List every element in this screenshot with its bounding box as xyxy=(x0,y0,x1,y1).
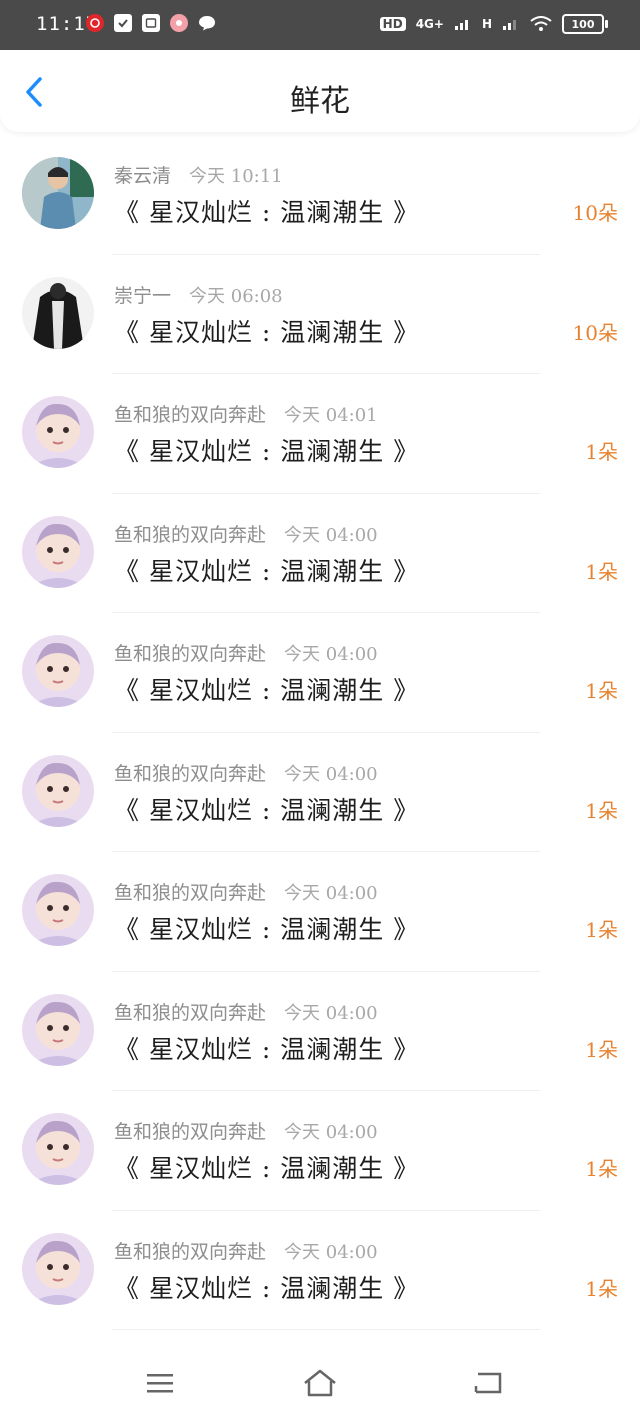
gift-meta: 鱼和狼的双向奔赴 今天 04:00 xyxy=(114,1237,378,1264)
gift-time: 今天 04:00 xyxy=(284,1241,378,1263)
app-window-icon xyxy=(142,14,160,32)
book-title[interactable]: 《 星汉灿烂 : 温澜潮生 》 xyxy=(114,910,419,946)
user-name[interactable]: 崇宁一 xyxy=(114,285,171,307)
book-title[interactable]: 《 星汉灿烂 : 温澜潮生 》 xyxy=(114,313,419,349)
book-title[interactable]: 《 星汉灿烂 : 温澜潮生 》 xyxy=(114,671,419,707)
flower-count: 1朵 xyxy=(585,918,618,942)
gift-time: 今天 04:00 xyxy=(284,763,378,785)
list-item[interactable]: 鱼和狼的双向奔赴 今天 04:00 《 星汉灿烂 : 温澜潮生 》 1朵 xyxy=(0,1211,640,1330)
flower-count: 1朵 xyxy=(585,559,618,584)
avatar[interactable] xyxy=(22,515,94,588)
flower-count: 1朵 xyxy=(585,679,618,703)
gift-list: 秦云清 今天 10:11 《 星汉灿烂 : 温澜潮生 》 10朵 崇宁一 今天 06:08… xyxy=(0,135,640,1330)
menu-icon xyxy=(147,1374,173,1393)
weibo-icon xyxy=(170,14,188,32)
flower-count: 10朵 xyxy=(572,201,618,225)
avatar[interactable] xyxy=(22,276,94,349)
signal-h-icon xyxy=(503,20,516,30)
book-title[interactable]: 《 星汉灿烂 : 温澜潮生 》 xyxy=(114,1269,419,1305)
book-title[interactable]: 《 星汉灿烂 : 温澜潮生 》 xyxy=(114,1149,419,1185)
gift-time: 今天 04:00 xyxy=(284,644,378,665)
gift-meta: 鱼和狼的双向奔赴 今天 04:00 xyxy=(114,520,378,547)
gift-time: 今天 10:11 xyxy=(189,166,283,187)
flower-count: 1朵 xyxy=(585,1157,618,1181)
flower-count: 1朵 xyxy=(585,440,618,464)
task-check-icon xyxy=(114,14,132,32)
gift-time: 今天 04:00 xyxy=(284,883,378,904)
page-header: 鲜花 xyxy=(0,50,640,132)
book-title[interactable]: 《 星汉灿烂 : 温澜潮生 》 xyxy=(114,791,419,827)
list-item[interactable]: 鱼和狼的双向奔赴 今天 04:00 《 星汉灿烂 : 温澜潮生 》 1朵 xyxy=(0,494,640,613)
book-title[interactable]: 《 星汉灿烂 : 温澜潮生 》 xyxy=(114,193,419,229)
list-item[interactable]: 鱼和狼的双向奔赴 今天 04:01 《 星汉灿烂 : 温澜潮生 》 1朵 xyxy=(0,374,640,494)
gift-time: 今天 04:00 xyxy=(284,524,378,546)
gift-meta: 鱼和狼的双向奔赴 今天 04:00 xyxy=(114,759,378,786)
home-icon xyxy=(304,1369,336,1397)
book-title[interactable]: 《 星汉灿烂 : 温澜潮生 》 xyxy=(114,552,419,588)
hd-indicator: HD xyxy=(379,17,406,31)
avatar[interactable] xyxy=(22,635,94,707)
list-item[interactable]: 秦云清 今天 10:11 《 星汉灿烂 : 温澜潮生 》 10朵 xyxy=(0,135,640,255)
user-name[interactable]: 秦云清 xyxy=(114,165,171,187)
flower-count: 10朵 xyxy=(572,320,618,345)
list-item[interactable]: 崇宁一 今天 06:08 《 星汉灿烂 : 温澜潮生 》 10朵 xyxy=(0,255,640,374)
gift-time: 今天 04:00 xyxy=(284,1002,378,1024)
user-name[interactable]: 鱼和狼的双向奔赴 xyxy=(114,524,266,546)
list-item[interactable]: 鱼和狼的双向奔赴 今天 04:00 《 星汉灿烂 : 温澜潮生 》 1朵 xyxy=(0,733,640,852)
avatar[interactable] xyxy=(22,754,94,827)
book-title[interactable]: 《 星汉灿烂 : 温澜潮生 》 xyxy=(114,432,419,468)
status-bar: 11:17 HD 4G+ H 100 xyxy=(0,0,640,50)
gift-meta: 鱼和狼的双向奔赴 今天 04:01 xyxy=(114,400,378,427)
wifi-icon xyxy=(530,16,552,31)
book-title[interactable]: 《 星汉灿烂 : 温澜潮生 》 xyxy=(114,1030,419,1066)
battery-icon: 100 xyxy=(562,14,608,34)
avatar[interactable] xyxy=(22,874,94,946)
user-name[interactable]: 鱼和狼的双向奔赴 xyxy=(114,1241,266,1263)
gift-meta: 鱼和狼的双向奔赴 今天 04:00 xyxy=(114,878,378,905)
user-name[interactable]: 鱼和狼的双向奔赴 xyxy=(114,1002,266,1024)
list-item[interactable]: 鱼和狼的双向奔赴 今天 04:00 《 星汉灿烂 : 温澜潮生 》 1朵 xyxy=(0,613,640,733)
gift-time: 今天 04:01 xyxy=(284,405,378,426)
gift-time: 今天 04:00 xyxy=(284,1122,378,1143)
divider xyxy=(112,1329,540,1330)
message-bubble-icon xyxy=(198,14,216,32)
gift-meta: 鱼和狼的双向奔赴 今天 04:00 xyxy=(114,1117,378,1144)
gift-meta: 崇宁一 今天 06:08 xyxy=(114,281,283,308)
flower-count: 1朵 xyxy=(585,1276,618,1301)
list-item[interactable]: 鱼和狼的双向奔赴 今天 04:00 《 星汉灿烂 : 温澜潮生 》 1朵 xyxy=(0,1091,640,1211)
battery-level: 100 xyxy=(571,17,595,31)
menu-button[interactable] xyxy=(140,1367,180,1399)
gift-meta: 秦云清 今天 10:11 xyxy=(114,161,283,188)
avatar[interactable] xyxy=(22,1232,94,1305)
list-item[interactable]: 鱼和狼的双向奔赴 今天 04:00 《 星汉灿烂 : 温澜潮生 》 1朵 xyxy=(0,852,640,972)
back-icon xyxy=(474,1372,502,1394)
home-button[interactable] xyxy=(300,1367,340,1399)
list-item[interactable]: 鱼和狼的双向奔赴 今天 04:00 《 星汉灿烂 : 温澜潮生 》 1朵 xyxy=(0,972,640,1091)
network-h-indicator: H xyxy=(481,17,492,31)
avatar[interactable] xyxy=(22,1113,94,1185)
avatar[interactable] xyxy=(22,396,94,468)
signal-4g-icon xyxy=(454,20,468,30)
status-right: HD 4G+ H 100 xyxy=(379,14,608,34)
user-name[interactable]: 鱼和狼的双向奔赴 xyxy=(114,404,266,426)
user-name[interactable]: 鱼和狼的双向奔赴 xyxy=(114,763,266,785)
flower-count: 1朵 xyxy=(585,798,618,823)
back-nav-button[interactable] xyxy=(468,1367,508,1399)
netease-music-icon xyxy=(86,14,104,32)
gift-meta: 鱼和狼的双向奔赴 今天 04:00 xyxy=(114,639,378,666)
user-name[interactable]: 鱼和狼的双向奔赴 xyxy=(114,643,266,665)
gift-time: 今天 06:08 xyxy=(189,285,283,307)
page-title: 鲜花 xyxy=(290,84,350,119)
user-name[interactable]: 鱼和狼的双向奔赴 xyxy=(114,1121,266,1143)
notification-icons xyxy=(86,14,216,32)
avatar[interactable] xyxy=(22,157,94,229)
system-nav-bar xyxy=(0,1345,640,1422)
gift-meta: 鱼和狼的双向奔赴 今天 04:00 xyxy=(114,998,378,1025)
flower-count: 1朵 xyxy=(585,1037,618,1062)
user-name[interactable]: 鱼和狼的双向奔赴 xyxy=(114,882,266,904)
network-4g-indicator: 4G+ xyxy=(415,17,444,31)
avatar[interactable] xyxy=(22,993,94,1066)
